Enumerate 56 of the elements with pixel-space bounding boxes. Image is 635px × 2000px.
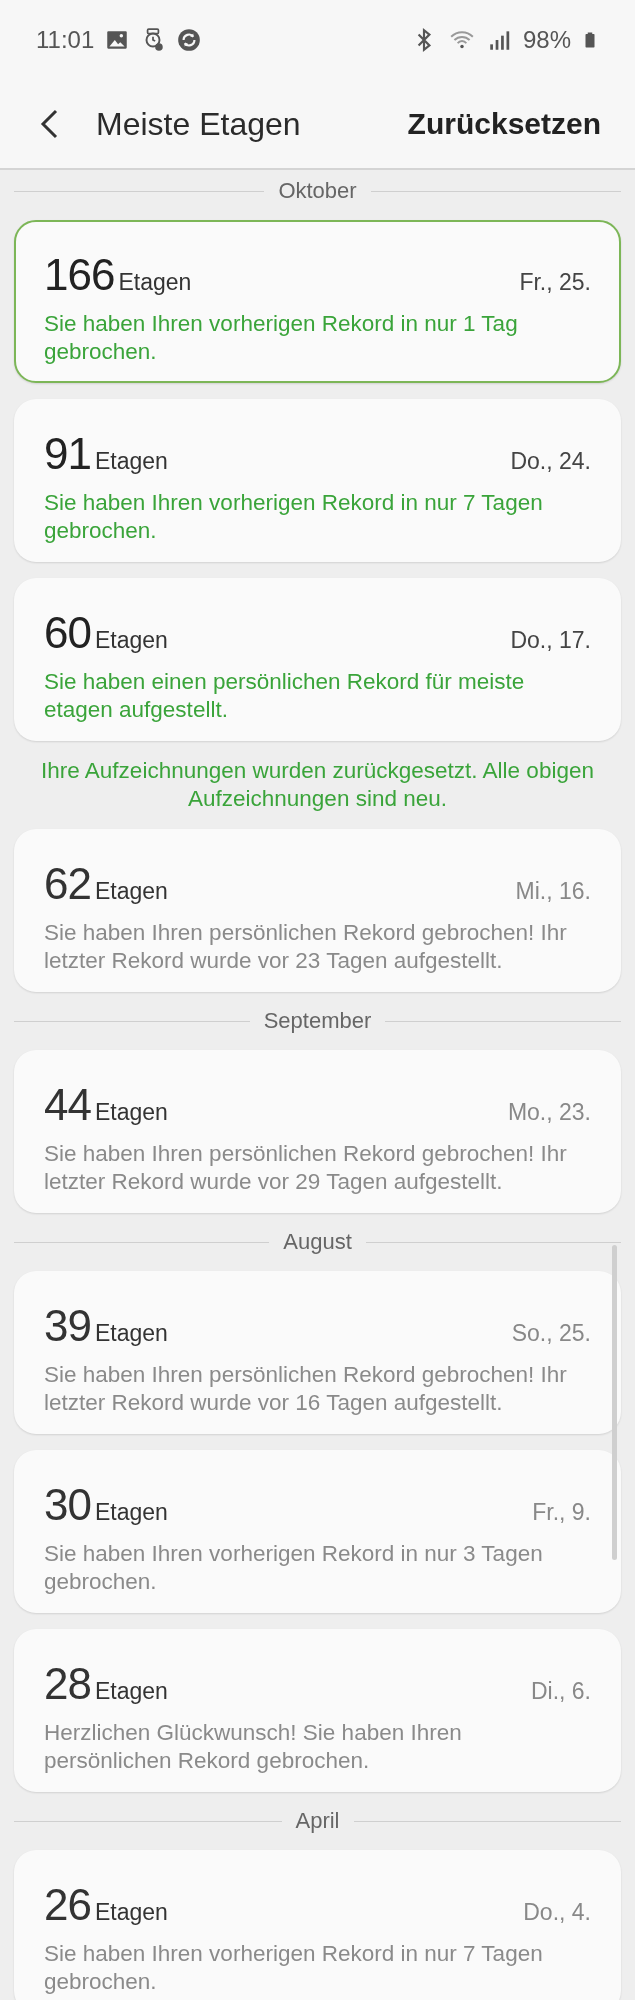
floor-count: 60 bbox=[44, 608, 91, 658]
floor-count: 26 bbox=[44, 1880, 91, 1930]
unit-label: Etagen bbox=[94, 1498, 169, 1527]
record-message: Sie haben Ihren vorherigen Rekord in nur 3 Tagen gebrochen. bbox=[44, 1540, 544, 1596]
record-message: Sie haben Ihren persönlichen Rekord gebrochen! Ihr letzter Rekord wurde vor 23 Tagen aufgestellt. bbox=[44, 919, 568, 975]
record-message: Herzlichen Glückwunsch! Sie haben Ihren persönlichen Rekord gebrochen. bbox=[44, 1719, 463, 1775]
record-message: Sie haben einen persönlichen Rekord für meiste etagen aufgestellt. bbox=[44, 668, 526, 724]
unit-label: Etagen bbox=[94, 1098, 169, 1127]
record-date: Do., 4. bbox=[523, 1898, 591, 1927]
record-card[interactable]: 28 Etagen Di., 6. Herzlichen Glückwunsch! Sie haben Ihren persönlichen Rekord gebrochen. bbox=[14, 1629, 621, 1792]
floor-count: 28 bbox=[44, 1659, 91, 1709]
sync-icon bbox=[176, 27, 203, 53]
month-header: September bbox=[263, 1008, 372, 1034]
reset-button[interactable]: Zurücksetzen bbox=[401, 103, 607, 145]
back-icon[interactable] bbox=[38, 108, 60, 140]
record-message: Sie haben Ihren vorherigen Rekord in nur 7 Tagen gebrochen. bbox=[44, 1940, 544, 1996]
unit-label: Etagen bbox=[94, 877, 169, 906]
unit-label: Etagen bbox=[94, 1319, 169, 1348]
reset-notice: Ihre Aufzeichnungen wurden zurückgesetzt. Alle obigen Aufzeichnungen sind neu. bbox=[40, 757, 595, 813]
record-date: Mi., 16. bbox=[515, 877, 591, 906]
record-card[interactable]: 60 Etagen Do., 17. Sie haben einen persönlichen Rekord für meiste etagen aufgestellt. bbox=[14, 578, 621, 741]
floor-count: 62 bbox=[44, 859, 91, 909]
record-date: So., 25. bbox=[511, 1319, 591, 1348]
record-date: Fr., 9. bbox=[532, 1498, 591, 1527]
record-card[interactable]: 39 Etagen So., 25. Sie haben Ihren persönlichen Rekord gebrochen! Ihr letzter Rekord wurde vor 16 Tagen aufgestellt. bbox=[14, 1271, 621, 1434]
record-card[interactable]: 62 Etagen Mi., 16. Sie haben Ihren persönlichen Rekord gebrochen! Ihr letzter Rekord wurde vor 23 Tagen aufgestellt. bbox=[14, 829, 621, 992]
unit-label: Etagen bbox=[94, 626, 169, 655]
record-card[interactable]: 44 Etagen Mo., 23. Sie haben Ihren persönlichen Rekord gebrochen! Ihr letzter Rekord wurde vor 29 Tagen aufgestellt. bbox=[14, 1050, 621, 1213]
record-date: Do., 17. bbox=[510, 626, 591, 655]
floor-count: 91 bbox=[44, 429, 91, 479]
floor-count: 166 bbox=[44, 250, 115, 300]
record-card[interactable]: 91 Etagen Do., 24. Sie haben Ihren vorherigen Rekord in nur 7 Tagen gebrochen. bbox=[14, 399, 621, 562]
page-title: Meiste Etagen bbox=[96, 105, 302, 143]
record-date: Do., 24. bbox=[510, 447, 591, 476]
record-date: Di., 6. bbox=[530, 1677, 591, 1706]
month-header: April bbox=[295, 1808, 340, 1834]
floor-count: 44 bbox=[44, 1080, 91, 1130]
record-message: Sie haben Ihren vorherigen Rekord in nur 1 Tag gebrochen. bbox=[44, 310, 519, 366]
record-card[interactable]: 166 Etagen Fr., 25. Sie haben Ihren vorherigen Rekord in nur 1 Tag gebrochen. bbox=[14, 220, 621, 383]
unit-label: Etagen bbox=[118, 268, 193, 297]
record-card[interactable]: 30 Etagen Fr., 9. Sie haben Ihren vorherigen Rekord in nur 3 Tagen gebrochen. bbox=[14, 1450, 621, 1613]
record-message: Sie haben Ihren vorherigen Rekord in nur 7 Tagen gebrochen. bbox=[44, 489, 544, 545]
record-message: Sie haben Ihren persönlichen Rekord gebrochen! Ihr letzter Rekord wurde vor 29 Tagen aufgestellt. bbox=[44, 1140, 568, 1196]
battery-percent: 98% bbox=[522, 26, 571, 54]
unit-label: Etagen bbox=[94, 1677, 169, 1706]
floor-count: 30 bbox=[44, 1480, 91, 1530]
unit-label: Etagen bbox=[94, 447, 169, 476]
record-date: Fr., 25. bbox=[519, 268, 591, 297]
month-header: August bbox=[283, 1229, 352, 1255]
unit-label: Etagen bbox=[94, 1898, 169, 1927]
record-message: Sie haben Ihren persönlichen Rekord gebrochen! Ihr letzter Rekord wurde vor 16 Tagen aufgestellt. bbox=[44, 1361, 568, 1417]
month-header: Oktober bbox=[278, 178, 357, 204]
floor-count: 39 bbox=[44, 1301, 91, 1351]
clock: 11:01 bbox=[36, 26, 95, 54]
record-card[interactable]: 26 Etagen Do., 4. Sie haben Ihren vorherigen Rekord in nur 7 Tagen gebrochen. bbox=[14, 1850, 621, 2000]
record-date: Mo., 23. bbox=[507, 1098, 591, 1127]
